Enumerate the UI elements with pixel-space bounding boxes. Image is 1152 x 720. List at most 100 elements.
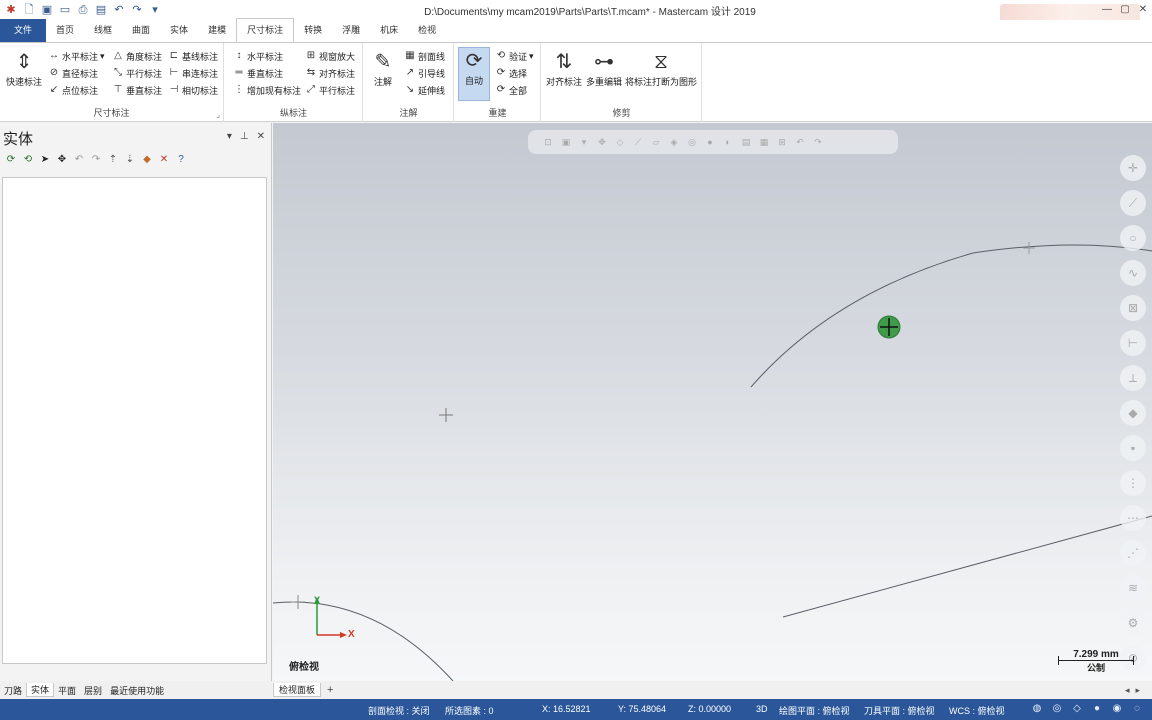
window-zoom-button[interactable]: ⊞ 视窗放大 [305,48,355,64]
horizontal-snap-icon[interactable]: ⋯ [1120,505,1146,531]
point-dimension-button[interactable]: ↙ 点位标注 [48,82,98,98]
arc-center-snap-icon[interactable]: ⟋ [1120,190,1146,216]
tab-file[interactable]: 文件 [0,19,46,42]
grid-icon[interactable]: ▦ [758,136,770,148]
select-arrow-icon[interactable]: ➤ [38,153,52,167]
vertical-dimension-button[interactable]: ⊤ 垂直标注 [112,82,162,98]
tab-toolpaths[interactable]: 刀路 [0,684,26,697]
new-file-icon[interactable]: 🗋 [22,3,36,17]
graphics-viewport[interactable]: Y X ⊡ ▣ ▾ ✥ ◇ ⟋ ▱ ◈ ◎ ● ◐ ▤ ▦ ⊞ ↶ ↷ ✛ ⟋ … [273,123,1152,681]
minimize-icon[interactable]: — [1098,0,1116,20]
shaded-edges-icon[interactable]: ◉ [1110,702,1124,716]
layer-snap-icon[interactable]: ≋ [1120,575,1146,601]
undo-icon[interactable]: ↶ [112,3,126,17]
add-existing-button[interactable]: ⋮ 增加现有标注 [233,82,301,98]
settings-snap-icon[interactable]: ⚙ [1120,610,1146,636]
dialog-launcher-icon[interactable]: ⌟ [216,110,220,119]
pin-icon[interactable]: ⊥ [240,131,249,142]
mask-icon[interactable]: ◐ [722,136,734,148]
select-regen-button[interactable]: ⟳ 选择 [495,65,527,81]
z-coordinate[interactable]: Z: 0.00000 [688,704,731,714]
solid-icon[interactable]: ◆ [140,153,154,167]
delete-icon[interactable]: ✕ [157,153,171,167]
witness-line-button[interactable]: ↘ 延伸线 [404,82,445,98]
tab-solids[interactable]: 实体 [26,683,55,697]
tab-viewsheet[interactable]: 检视面板 [273,683,322,697]
tab-emboss[interactable]: 浮雕 [332,19,370,42]
baseline-dimension-button[interactable]: ⊏ 基线标注 [168,48,218,64]
tab-levels[interactable]: 层别 [80,684,106,697]
globe-icon[interactable]: ◍ [1030,702,1044,716]
shaded-icon[interactable]: ● [1090,702,1104,716]
validate-button[interactable]: ⟲ 验证 ▾ [495,48,534,64]
print-icon[interactable]: ⎙ [76,3,90,17]
vertex-select-icon[interactable]: ◇ [614,136,626,148]
tplane-status[interactable]: 刀具平面 : 俯检视 [864,704,935,717]
cplane-status[interactable]: 绘图平面 : 俯检视 [779,704,850,717]
quick-dimension-button[interactable]: ⇕ 快速标注 [6,49,42,88]
selection-dropdown-icon[interactable]: ▾ [578,136,590,148]
parallel-dimension-button[interactable]: ⤡ 平行标注 [112,65,162,81]
tab-transform[interactable]: 转换 [294,19,332,42]
tab-recent-functions[interactable]: 最近使用功能 [106,684,168,697]
geometry-canvas[interactable]: Y X [273,123,1152,681]
select-all-icon[interactable]: ⊞ [776,136,788,148]
regen-all-button[interactable]: ⟳ 全部 [495,82,527,98]
redo-panel-icon[interactable]: ↷ [89,153,103,167]
add-viewsheet-button[interactable]: + [321,684,339,696]
diameter-dimension-button[interactable]: ⊘ 直径标注 [48,65,98,81]
edge-select-icon[interactable]: ⟋ [632,136,644,148]
loop-select-icon[interactable]: ◎ [686,136,698,148]
tab-planes[interactable]: 平面 [54,684,80,697]
tab-dimension[interactable]: 尺寸标注 [236,18,295,42]
help-icon[interactable]: ? [174,153,188,167]
scroll-arrows-icon[interactable]: ◂▸ [1125,685,1146,696]
mode-3d[interactable]: 3D [756,704,768,714]
horizontal-dimension-button[interactable]: ↔ 水平标注 ▾ [48,48,105,64]
endpoint-snap-icon[interactable]: ▪ [1120,435,1146,461]
chained-dimension-button[interactable]: ⊢ 串连标注 [168,65,218,81]
line-right[interactable] [782,515,1152,618]
hatch-button[interactable]: ▦ 剖面线 [404,48,445,64]
multi-edit-button[interactable]: ⊶ 多重编辑 [586,49,622,88]
select-multiple-icon[interactable]: ✥ [55,153,69,167]
break-to-geometry-button[interactable]: ⧖ 将标注打断为图形 [625,49,697,88]
redo-icon[interactable]: ↷ [130,3,144,17]
circle-snap-icon[interactable]: ○ [1120,225,1146,251]
solids-tree[interactable] [2,177,267,664]
globe-alt-icon[interactable]: ◎ [1050,702,1064,716]
tab-surface[interactable]: 曲面 [122,19,160,42]
tangent-snap-icon[interactable]: ∿ [1120,260,1146,286]
save-as-icon[interactable]: ▤ [94,3,108,17]
ordinate-horizontal-button[interactable]: ↕ 水平标注 [233,48,284,64]
body-select-icon[interactable]: ◈ [668,136,680,148]
translucency-icon[interactable]: ◌ [1130,702,1144,716]
perpendicular-snap-icon[interactable]: ⟂ [1120,365,1146,391]
intersection-snap-icon[interactable]: ⊠ [1120,295,1146,321]
selection-mode-icon[interactable]: ▣ [560,136,572,148]
origin-snap-icon[interactable]: ✛ [1120,155,1146,181]
open-folder-icon[interactable]: ▭ [58,3,72,17]
regenerate-all-icon[interactable]: ⟳ [4,153,18,167]
customize-icon[interactable]: ▾ [148,3,162,17]
ordinate-vertical-button[interactable]: ═ 垂直标注 [233,65,283,81]
section-view-status[interactable]: 剖面检视 : 关闭 [368,704,430,717]
parallel-ordinate-button[interactable]: ⤢ 平行标注 [305,82,355,98]
move-up-icon[interactable]: ⇡ [106,153,120,167]
close-icon[interactable]: ✕ [1134,0,1152,20]
filter-icon[interactable]: ▤ [740,136,752,148]
auto-regen-button[interactable]: ⟳ 自动 [458,47,490,101]
panel-close-icon[interactable]: ✕ [257,131,265,142]
move-down-icon[interactable]: ⇣ [123,153,137,167]
angle-dimension-button[interactable]: △ 角度标注 [112,48,162,64]
align-ordinate-button[interactable]: ⇆ 对齐标注 [305,65,355,81]
save-icon[interactable]: ▣ [40,3,54,17]
tab-machine[interactable]: 机床 [370,19,408,42]
wireframe-icon[interactable]: ◇ [1070,702,1084,716]
tab-model[interactable]: 建模 [198,19,236,42]
tab-solid[interactable]: 实体 [160,19,198,42]
app-logo-icon[interactable]: ✱ [4,3,18,17]
face-select-icon[interactable]: ▱ [650,136,662,148]
selection-filter-icon[interactable]: ⊡ [542,136,554,148]
tangent-dimension-button[interactable]: ⊣ 相切标注 [168,82,218,98]
